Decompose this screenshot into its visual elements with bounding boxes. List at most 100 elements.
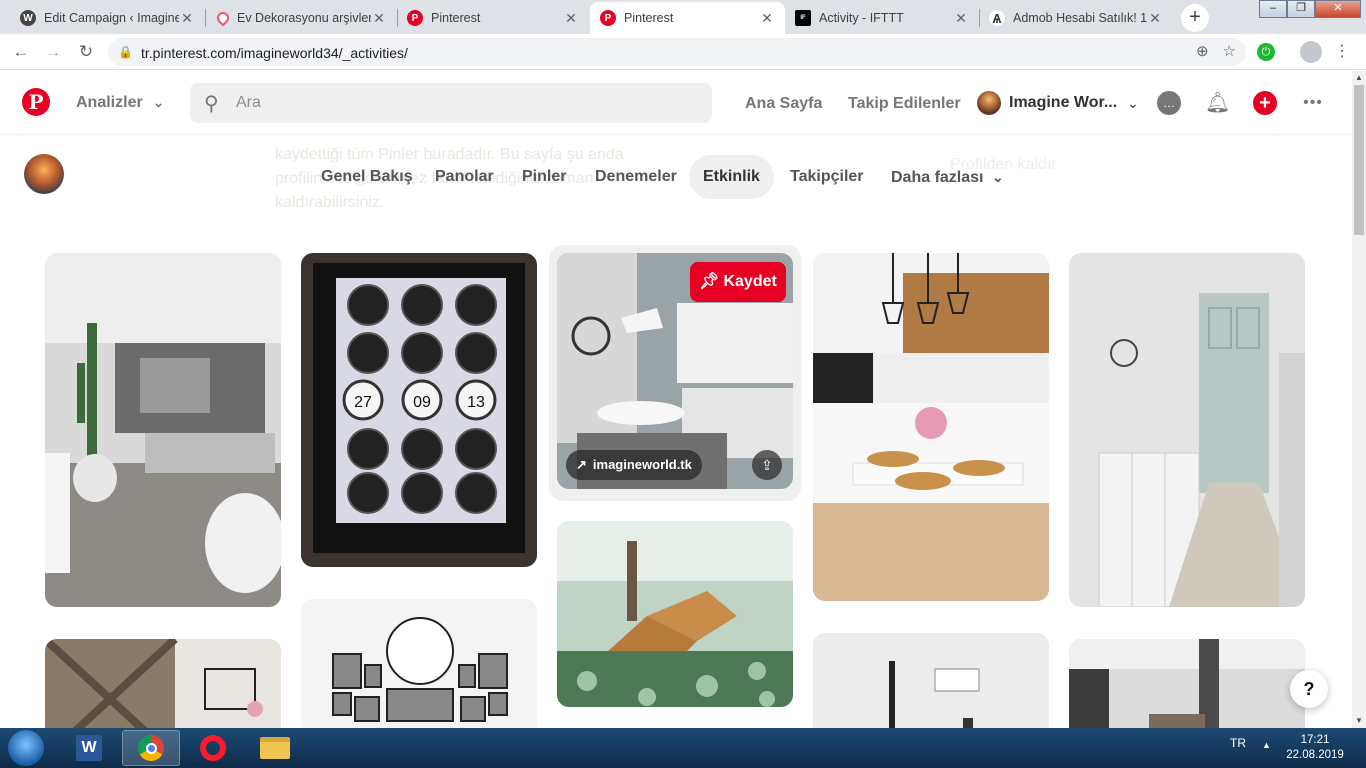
browser-tab-ifttt[interactable]: IF Activity - IFTTT ✕ [785,2,979,34]
pin-ceiling[interactable] [813,633,1049,728]
pinterest-header: P Analizler ⌄ ⚲ Ana Sayfa Takip Edilenle… [0,71,1352,135]
home-link[interactable]: Ana Sayfa [745,95,822,113]
browser-tab-ev-dekorasyonu[interactable]: Ev Dekorasyonu arşivleri ✕ [205,2,397,34]
pin-white-dining[interactable] [813,253,1049,601]
close-tab-icon[interactable]: ✕ [759,10,775,27]
clock-time: 17:21 [1300,734,1330,746]
scrollbar-thumb[interactable] [1354,85,1364,235]
search-input[interactable] [236,83,696,123]
following-link[interactable]: Takip Edilenler [848,95,961,113]
share-icon[interactable]: ⇪ [752,450,782,480]
forward-arrow-icon[interactable]: → [42,41,64,63]
living-room-image [45,253,281,607]
address-toolbar: ← → ↻ 🔒 tr.pinterest.com/imagineworld34/… [0,34,1366,70]
analytics-menu[interactable]: Analizler ⌄ [76,94,164,112]
tab-title: Ev Dekorasyonu arşivleri [237,11,371,25]
close-tab-icon[interactable]: ✕ [179,10,195,27]
url-text[interactable]: tr.pinterest.com/imagineworld34/_activit… [141,45,408,61]
reload-icon[interactable]: ↻ [75,41,97,63]
word-icon: W [76,735,102,761]
chevron-down-icon: ⌄ [1127,94,1139,111]
forum-icon: Ѧ [989,10,1005,26]
notifications-bell-icon[interactable]: 🔔︎ [1205,91,1230,115]
tab-title: Pinterest [431,11,481,25]
lock-icon: 🔒 [118,45,133,59]
pinterest-icon: P [600,10,616,26]
location-pin-icon [214,9,232,27]
new-tab-button[interactable]: + [1181,4,1209,32]
zoom-plus-icon[interactable]: ⊕ [1196,42,1209,60]
tab-activity[interactable]: Etkinlik [689,155,774,199]
back-arrow-icon[interactable]: ← [10,41,32,63]
frame-number-27: 27 [354,394,372,411]
tab-pins[interactable]: Pinler [508,155,580,199]
folder-icon [260,737,290,759]
pin-hallway[interactable] [1069,253,1305,607]
close-tab-icon[interactable]: ✕ [953,10,969,27]
start-button[interactable] [8,730,44,766]
close-tab-icon[interactable]: ✕ [371,10,387,27]
save-pin-button[interactable]: 📌︎ Kaydet [690,262,786,302]
close-window-button[interactable]: ✕ [1315,0,1361,18]
account-menu[interactable]: Imagine Wor... ⌄ [977,91,1139,115]
pin-link-button[interactable]: ↗ imagineworld.tk [566,450,702,480]
taskbar-chrome[interactable] [122,730,180,766]
minimize-button[interactable]: – [1259,0,1287,18]
tab-more[interactable]: Daha fazlası ⌄ [877,155,1018,199]
close-tab-icon[interactable]: ✕ [563,10,579,27]
language-indicator[interactable]: TR [1230,736,1246,750]
tab-followers[interactable]: Takipçiler [776,155,878,199]
pin-link-label: imagineworld.tk [592,457,692,472]
garden-sign-image [1069,639,1305,728]
scroll-down-arrow-icon[interactable]: ▼ [1352,714,1366,728]
pinterest-icon: P [407,10,423,26]
tab-more-label: Daha fazlası [891,169,984,186]
more-options-icon[interactable]: ••• [1301,91,1325,115]
pushpin-icon: 📌︎ [699,273,720,290]
pin-bottlecap-frame[interactable]: 27 09 13 [301,253,537,567]
scroll-up-arrow-icon[interactable]: ▲ [1352,71,1366,85]
arrow-up-right-icon: ↗ [576,457,587,472]
profile-avatar[interactable] [24,154,64,194]
page-scrollbar[interactable]: ▲ ▼ [1352,71,1366,728]
tab-title: Admob Hesabi Satılık! 10 [1013,11,1147,25]
browser-tab-strip: W Edit Campaign ‹ Imagine ✕ Ev Dekorasyo… [0,0,1366,34]
white-dining-image [813,253,1049,601]
tab-overview[interactable]: Genel Bakış [307,155,427,199]
frame-number-13: 13 [467,394,485,411]
taskbar-explorer[interactable] [246,730,304,766]
tab-title: Activity - IFTTT [819,11,904,25]
profile-avatar-icon[interactable] [1300,41,1322,63]
account-name: Imagine Wor... [1009,94,1118,111]
system-clock[interactable]: 17:21 22.08.2019 [1285,733,1345,763]
ifttt-icon: IF [795,10,811,26]
create-plus-icon[interactable]: + [1253,91,1277,115]
maximize-button[interactable]: ❐ [1287,0,1315,18]
extension-icon[interactable]: ⏻ [1257,43,1275,61]
frame-number-09: 09 [413,394,431,411]
clock-date: 22.08.2019 [1286,749,1344,761]
browser-tab-edit-campaign[interactable]: W Edit Campaign ‹ Imagine ✕ [10,2,205,34]
browser-tab-pinterest[interactable]: P Pinterest ✕ [397,2,589,34]
address-bar[interactable]: 🔒 tr.pinterest.com/imagineworld34/_activ… [108,38,1246,66]
pin-garden-sign[interactable] [1069,639,1305,728]
window-controls: – ❐ ✕ [1259,0,1361,18]
pinterest-logo-icon[interactable]: P [22,88,50,116]
tab-tries[interactable]: Denemeler [581,155,691,199]
browser-menu-icon[interactable]: ⋮ [1334,41,1350,61]
tab-boards[interactable]: Panolar [421,155,508,199]
taskbar-opera[interactable] [184,730,242,766]
browser-tab-admob[interactable]: Ѧ Admob Hesabi Satılık! 10 ✕ [979,2,1173,34]
pin-wooden-stairs[interactable] [557,521,793,707]
bookmark-star-icon[interactable]: ☆ [1223,42,1236,60]
tray-expand-icon[interactable]: ▲ [1262,740,1271,750]
close-tab-icon[interactable]: ✕ [1147,10,1163,27]
help-button[interactable]: ? [1290,670,1328,708]
messages-icon[interactable]: … [1157,91,1181,115]
browser-tab-pinterest-active[interactable]: P Pinterest ✕ [590,2,785,34]
taskbar-word[interactable]: W [60,730,118,766]
search-bar[interactable]: ⚲ [190,83,712,123]
pin-living-room[interactable] [45,253,281,607]
pin-frame-layout[interactable] [301,599,537,728]
tab-title: Edit Campaign ‹ Imagine [44,11,179,25]
